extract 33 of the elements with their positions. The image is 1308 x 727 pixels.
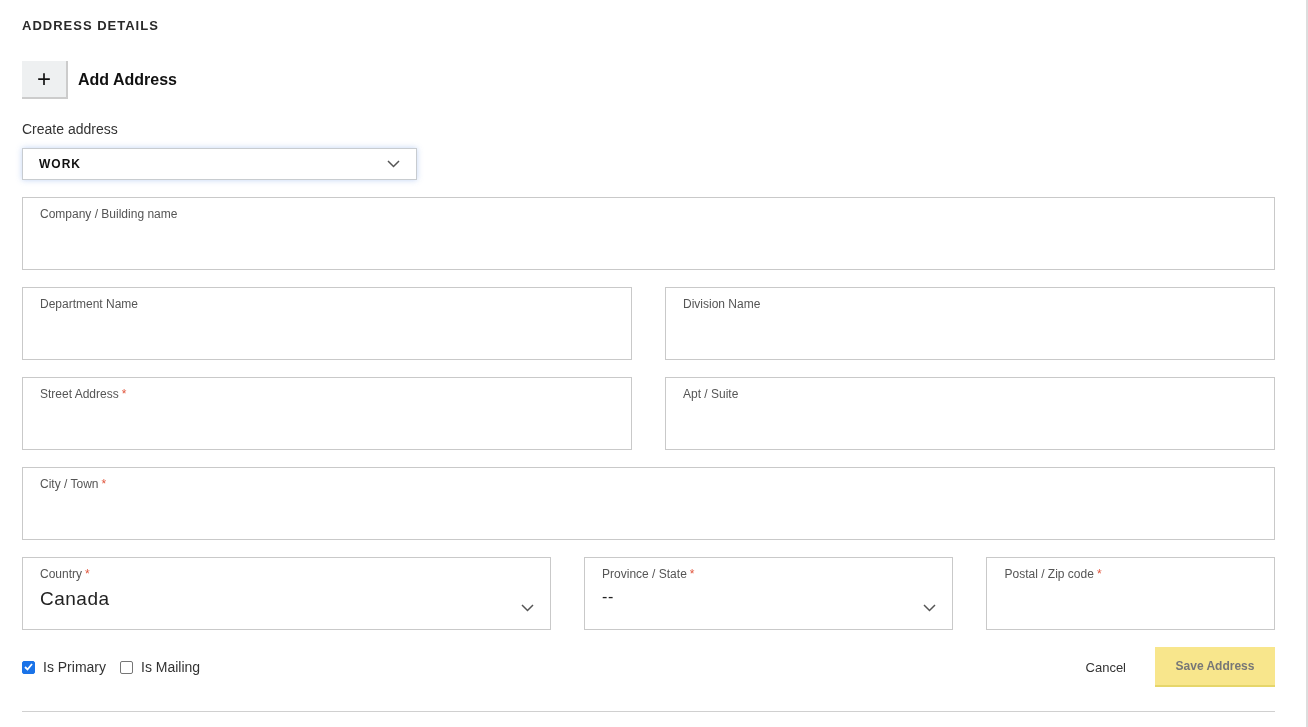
- chevron-down-icon: [387, 160, 400, 168]
- cancel-button[interactable]: Cancel: [1085, 659, 1126, 675]
- input-field[interactable]: Division Name: [665, 287, 1275, 360]
- input-field[interactable]: Company / Building name: [22, 197, 1275, 270]
- select-field[interactable]: Country * Canada: [22, 557, 552, 630]
- field-value: Canada: [40, 588, 110, 610]
- section-title: ADDRESS DETAILS: [22, 18, 160, 33]
- checkbox-option[interactable]: Is Primary: [22, 659, 106, 675]
- add-button[interactable]: +: [22, 61, 68, 99]
- field-label: Create address: [22, 121, 119, 137]
- field-label: Department Name: [40, 296, 140, 312]
- checkbox[interactable]: [22, 660, 35, 674]
- chevron-down-icon: [923, 604, 937, 612]
- field-label: Division Name: [683, 296, 762, 312]
- field-label: Street Address *: [40, 386, 128, 402]
- input-field[interactable]: Postal / Zip code *: [986, 557, 1275, 630]
- chevron-down-icon: [521, 604, 535, 612]
- field-label: Postal / Zip code *: [1004, 566, 1103, 582]
- select-field[interactable]: Province / State * --: [584, 557, 954, 630]
- checkbox[interactable]: [120, 660, 133, 674]
- input-field[interactable]: Street Address *: [22, 377, 632, 450]
- add-address-label: Add Address: [78, 71, 177, 89]
- field-label: Company / Building name: [40, 206, 179, 222]
- checkbox-option[interactable]: Is Mailing: [120, 659, 201, 675]
- field-label: Apt / Suite: [683, 386, 740, 402]
- input-field[interactable]: Department Name: [22, 287, 632, 360]
- input-field[interactable]: Apt / Suite: [665, 377, 1275, 450]
- address-type-dropdown[interactable]: WORK: [22, 148, 417, 180]
- field-label: Country *: [40, 566, 91, 582]
- field-label: City / Town *: [40, 476, 108, 492]
- field-label: Province / State *: [602, 566, 696, 582]
- input-field[interactable]: City / Town *: [22, 467, 1275, 540]
- field-value: --: [602, 588, 614, 606]
